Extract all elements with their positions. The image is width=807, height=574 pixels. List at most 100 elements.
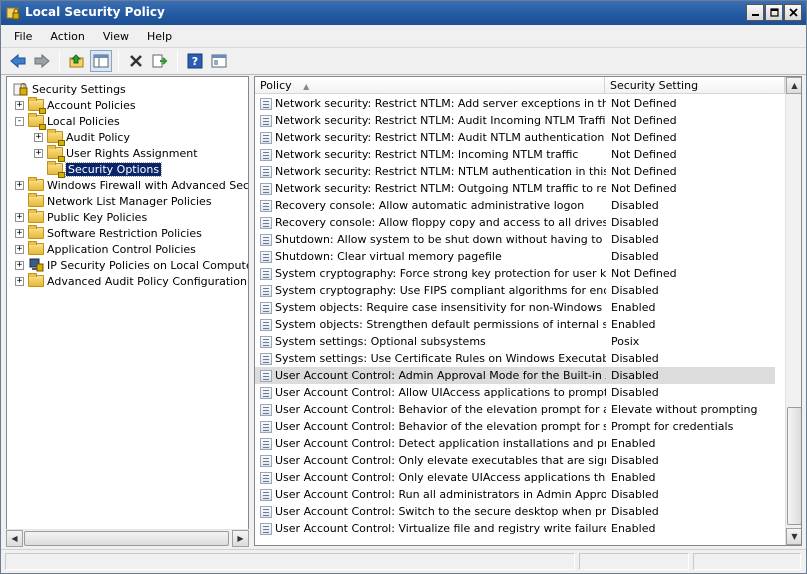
tree-item-security-settings[interactable]: Security Settings [13,81,126,97]
tree-item-local-policies[interactable]: - Local Policies [15,113,120,130]
policy-row[interactable]: Shutdown: Allow system to be shut down w… [255,231,775,248]
scroll-left-button[interactable]: ◀ [6,530,23,547]
policy-row[interactable]: Shutdown: Clear virtual memory pagefile D… [255,248,775,265]
menu-help[interactable]: Help [138,27,181,46]
policy-row[interactable]: User Account Control: Run all administra… [255,486,775,503]
policy-row[interactable]: User Account Control: Switch to the secu… [255,503,775,520]
tree-item-label: Application Control Policies [47,242,196,256]
tree-item-public-key-policies[interactable]: + Public Key Policies [15,209,147,225]
menu-view[interactable]: View [94,27,138,46]
tree-item-user-rights-assignment[interactable]: + User Rights Assignment [34,145,198,162]
title-bar[interactable]: Local Security Policy [1,1,806,25]
security-setting-value: Enabled [611,522,656,535]
close-button[interactable] [784,4,802,21]
list-vertical-scrollbar[interactable]: ▲ ▼ [785,77,801,545]
policy-row[interactable]: Network security: Restrict NTLM: Incomin… [255,146,775,163]
list-scroll-thumb[interactable] [787,407,801,525]
policy-setting-icon [260,352,272,365]
scroll-up-button[interactable]: ▲ [786,77,801,94]
policy-setting-icon [260,182,272,195]
policy-row[interactable]: User Account Control: Only elevate execu… [255,452,775,469]
policy-setting-icon [260,97,272,110]
policy-setting-icon [260,199,272,212]
policy-row[interactable]: System objects: Require case insensitivi… [255,299,775,316]
policy-name: System objects: Require case insensitivi… [275,301,606,314]
policy-row[interactable]: System settings: Use Certificate Rules o… [255,350,775,367]
export-list-button[interactable] [149,50,171,72]
policy-row[interactable]: Recovery console: Allow automatic admini… [255,197,775,214]
policy-row[interactable]: Recovery console: Allow floppy copy and … [255,214,775,231]
column-header-security-setting[interactable]: Security Setting [605,77,785,94]
policy-setting-icon [260,318,272,331]
policy-setting-icon [260,403,272,416]
tree-item-windows-firewall-with-advanced-security[interactable]: + Windows Firewall with Advanced Security [15,177,248,193]
policy-setting-icon [260,216,272,229]
expand-icon[interactable]: + [34,132,43,142]
policy-row[interactable]: Network security: Restrict NTLM: Outgoin… [255,180,775,197]
tree-item-ip-security-policies-on-local-computer[interactable]: + IP Security Policies on Local Computer [15,257,248,273]
expand-icon[interactable]: + [15,260,24,270]
policy-row[interactable]: User Account Control: Only elevate UIAcc… [255,469,775,486]
expand-icon[interactable]: + [15,180,24,190]
policy-row[interactable]: Network security: Restrict NTLM: Audit N… [255,129,775,146]
menu-file[interactable]: File [5,27,41,46]
tree-item-label: Local Policies [47,114,120,128]
tree-horizontal-scrollbar[interactable]: ◀ ▶ [6,529,249,547]
expand-icon[interactable]: + [15,212,24,222]
tree-item-security-options[interactable]: Security Options [34,161,163,178]
policy-setting-icon [260,488,272,501]
tree-item-account-policies[interactable]: + Account Policies [15,97,136,114]
policy-row[interactable]: Network security: Restrict NTLM: Audit I… [255,112,775,129]
menu-action[interactable]: Action [41,27,93,46]
maximize-button[interactable] [765,4,783,21]
tree-item-advanced-audit-policy-configuration[interactable]: + Advanced Audit Policy Configuration [15,273,247,289]
policy-row[interactable]: System objects: Strengthen default permi… [255,316,775,333]
policy-row[interactable]: User Account Control: Allow UIAccess app… [255,384,775,401]
delete-button[interactable] [125,50,147,72]
show-hide-tree-button[interactable] [90,50,112,72]
minimize-button[interactable] [746,4,764,21]
tree-item-network-list-manager-policies[interactable]: Network List Manager Policies [15,193,212,209]
tree-scroll-thumb[interactable] [24,531,229,546]
policy-row[interactable]: User Account Control: Admin Approval Mod… [255,367,775,384]
policy-setting-icon [260,437,272,450]
policy-row[interactable]: User Account Control: Virtualize file an… [255,520,775,537]
policy-row[interactable]: User Account Control: Behavior of the el… [255,401,775,418]
policy-list-view: Policy ▲ Security Setting Network securi… [254,76,802,546]
up-one-level-button[interactable] [66,50,88,72]
tree-item-label: Account Policies [47,98,136,112]
tree-item-label: User Rights Assignment [66,146,198,160]
security-setting-value: Posix [611,335,640,348]
expand-icon[interactable]: + [15,100,24,110]
help-button[interactable]: ? [184,50,206,72]
policy-row[interactable]: User Account Control: Behavior of the el… [255,418,775,435]
policy-name: Network security: Restrict NTLM: Incomin… [275,148,579,161]
expand-icon[interactable]: + [15,228,24,238]
tree-item-label: Network List Manager Policies [47,194,212,208]
collapse-icon[interactable]: - [15,116,24,126]
scroll-down-button[interactable]: ▼ [786,528,801,545]
policy-row[interactable]: Network security: Restrict NTLM: Add ser… [255,95,775,112]
policy-row[interactable]: User Account Control: Detect application… [255,435,775,452]
tree-item-application-control-policies[interactable]: + Application Control Policies [15,241,196,257]
policy-row[interactable]: Network security: Restrict NTLM: NTLM au… [255,163,775,180]
tree-item-audit-policy[interactable]: + Audit Policy [34,129,130,146]
policy-setting-icon [260,148,272,161]
expand-icon[interactable]: + [15,276,24,286]
policy-row[interactable]: System cryptography: Use FIPS compliant … [255,282,775,299]
back-button[interactable] [7,50,29,72]
policy-name: User Account Control: Behavior of the el… [275,403,606,416]
column-header-policy[interactable]: Policy ▲ [255,77,605,94]
policy-name: User Account Control: Allow UIAccess app… [275,386,606,399]
policy-row[interactable]: System settings: Optional subsystems Posi… [255,333,775,350]
scroll-right-button[interactable]: ▶ [232,530,249,547]
expand-icon[interactable]: + [15,244,24,254]
navigation-tree: Security Settings + Account Policies - Local… [6,76,249,546]
tree-item-software-restriction-policies[interactable]: + Software Restriction Policies [15,225,202,241]
security-setting-value: Disabled [611,233,659,246]
forward-button[interactable] [31,50,53,72]
policy-row[interactable]: System cryptography: Force strong key pr… [255,265,775,282]
expand-icon[interactable]: + [34,148,43,158]
properties-button[interactable] [208,50,230,72]
